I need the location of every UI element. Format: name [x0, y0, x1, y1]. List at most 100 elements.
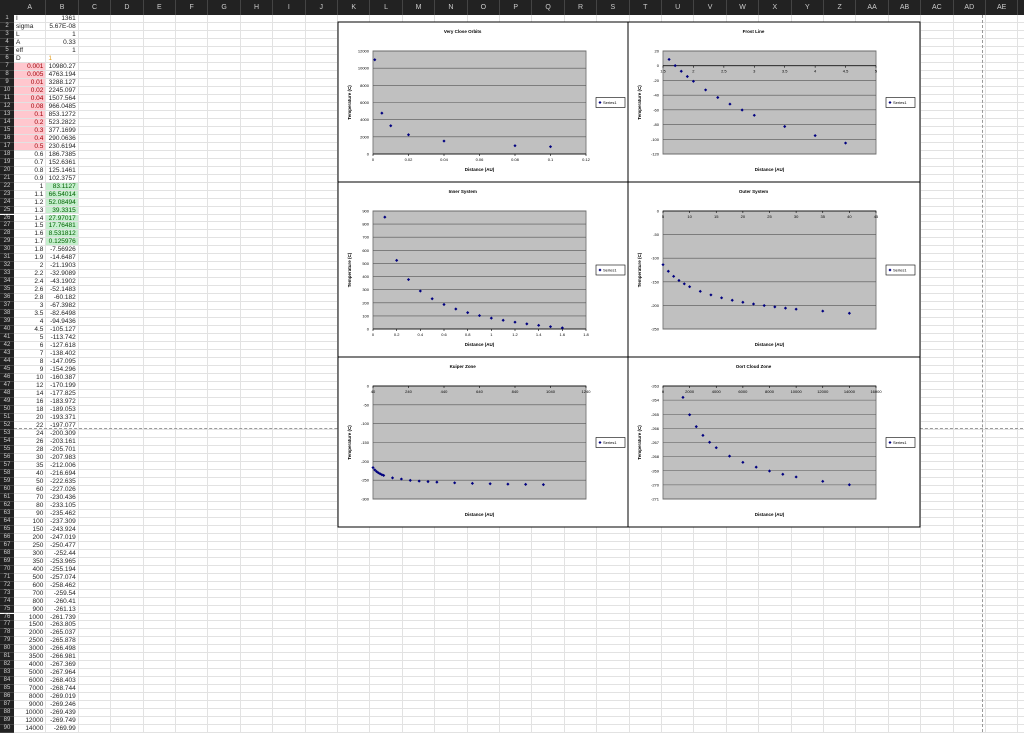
x-tick-label: 3.5 — [782, 69, 788, 74]
y-tick-label: 500 — [362, 261, 369, 266]
y-tick-label: 10000 — [358, 66, 370, 71]
y-tick-label: -268 — [651, 454, 660, 459]
y-tick-label: 12000 — [358, 49, 370, 54]
x-tick-label: 10000 — [791, 389, 803, 394]
charts-area: Very Close Orbits02000400060008000100001… — [337, 21, 921, 528]
y-tick-label: 6000 — [360, 100, 370, 105]
y-tick-label: 700 — [362, 235, 369, 240]
x-tick-label: 1.4 — [536, 332, 542, 337]
x-tick-label: 1.2 — [512, 332, 518, 337]
x-axis-title: Distance (AU) — [755, 167, 785, 172]
x-tick-label: 35 — [821, 214, 826, 219]
y-axis-title: Temperature (C) — [347, 85, 352, 120]
x-tick-label: 1240 — [582, 389, 592, 394]
x-tick-label: 4000 — [712, 389, 722, 394]
y-tick-label: -263 — [651, 384, 660, 389]
y-tick-label: 300 — [362, 287, 369, 292]
x-axis-title: Distance (AU) — [755, 342, 785, 347]
x-tick-label: 640 — [476, 389, 483, 394]
chart-title: Frost Line — [743, 29, 765, 34]
x-axis-title: Distance (AU) — [755, 512, 785, 517]
y-tick-label: 400 — [362, 274, 369, 279]
chart-very-close-orbits[interactable]: Very Close Orbits02000400060008000100001… — [337, 21, 629, 183]
chart-frost-line[interactable]: Frost Line-120-100-80-60-40-200201.5 2 2.5… — [627, 21, 921, 183]
y-tick-label: -271 — [651, 497, 660, 502]
plot-area — [662, 50, 877, 155]
y-tick-label: -120 — [651, 152, 660, 157]
x-tick-label: 440 — [441, 389, 448, 394]
y-tick-label: -100 — [651, 137, 660, 142]
y-tick-label: -266 — [651, 426, 660, 431]
y-tick-label: -80 — [653, 122, 660, 127]
y-tick-label: 600 — [362, 248, 369, 253]
x-tick-label: 30 — [794, 214, 799, 219]
legend-label: Series1 — [603, 100, 617, 105]
x-tick-label: 15 — [714, 214, 719, 219]
chart-outer-system[interactable]: Outer System-250-200-150-100-5005 10 15 20 2… — [627, 181, 921, 358]
y-tick-label: -270 — [651, 482, 660, 487]
chart-title: Oort Cloud Zone — [736, 364, 772, 369]
y-tick-label: -40 — [653, 93, 660, 98]
x-tick-label: 10 — [687, 214, 692, 219]
chart-title: Kuiper Zone — [450, 364, 477, 369]
x-tick-label: 0.02 — [405, 157, 414, 162]
x-tick-label: 1.6 — [560, 332, 566, 337]
x-tick-label: 14000 — [844, 389, 856, 394]
chart-kuiper-zone[interactable]: Kuiper Zone-300-250-200-150-100-50040 240… — [337, 356, 629, 528]
y-tick-label: 8000 — [360, 83, 370, 88]
x-tick-label: 0.6 — [441, 332, 447, 337]
x-tick-label: 840 — [512, 389, 519, 394]
chart-title: Outer System — [739, 189, 768, 194]
x-tick-label: 40 — [371, 389, 376, 394]
legend-label: Series1 — [893, 268, 907, 273]
y-tick-label: -20 — [653, 78, 660, 83]
x-tick-label: 8000 — [765, 389, 775, 394]
y-tick-label: -300 — [361, 497, 370, 502]
x-tick-label: 1.8 — [583, 332, 589, 337]
y-axis-title: Temperature (C) — [347, 252, 352, 287]
y-axis-title: Temperature (C) — [637, 252, 642, 287]
y-tick-label: -264 — [651, 398, 660, 403]
x-axis-title: Distance (AU) — [465, 342, 495, 347]
y-axis-title: Temperature (C) — [637, 425, 642, 460]
x-tick-label: 0.2 — [394, 332, 400, 337]
x-axis-title: Distance (AU) — [465, 512, 495, 517]
y-tick-label: -200 — [361, 459, 370, 464]
y-tick-label: -267 — [651, 440, 660, 445]
y-tick-label: 200 — [362, 300, 369, 305]
y-tick-label: 20 — [655, 49, 660, 54]
y-tick-label: -250 — [361, 478, 370, 483]
x-tick-label: 0.08 — [511, 157, 520, 162]
x-tick-label: 12000 — [817, 389, 829, 394]
x-tick-label: 0.4 — [418, 332, 424, 337]
x-tick-label: 240 — [405, 389, 412, 394]
x-tick-label: 45 — [874, 214, 879, 219]
x-tick-label: 2000 — [685, 389, 695, 394]
chart-oort-cloud-zone[interactable]: Oort Cloud Zone -271 -270 -269 -268 -267 -266 -… — [627, 356, 921, 528]
y-tick-label: -50 — [653, 232, 660, 237]
plot-area — [372, 210, 587, 330]
x-tick-label: 4.5 — [843, 69, 849, 74]
x-tick-label: 1040 — [546, 389, 556, 394]
y-tick-label: 4000 — [360, 117, 370, 122]
x-tick-label: 25 — [767, 214, 772, 219]
y-tick-label: -150 — [361, 440, 370, 445]
x-tick-label: 16000 — [870, 389, 882, 394]
x-axis-title: Distance (AU) — [465, 167, 495, 172]
legend-label: Series1 — [893, 100, 907, 105]
y-axis-title: Temperature (C) — [347, 425, 352, 460]
x-tick-label: 20 — [741, 214, 746, 219]
y-tick-label: -100 — [361, 421, 370, 426]
x-tick-label: 0.12 — [582, 157, 591, 162]
legend-label: Series1 — [603, 268, 617, 273]
chart-title: Very Close Orbits — [444, 29, 482, 34]
x-tick-label: 40 — [847, 214, 852, 219]
x-tick-label: 6000 — [738, 389, 748, 394]
x-tick-label: 0.8 — [465, 332, 471, 337]
y-tick-label: -150 — [651, 279, 660, 284]
legend-label: Series1 — [603, 440, 617, 445]
chart-inner-system[interactable]: Inner System0100200300400500600700800900… — [337, 181, 629, 358]
chart-title: Inner System — [449, 189, 477, 194]
x-tick-label: 0.1 — [548, 157, 554, 162]
x-tick-label: 0.04 — [440, 157, 449, 162]
